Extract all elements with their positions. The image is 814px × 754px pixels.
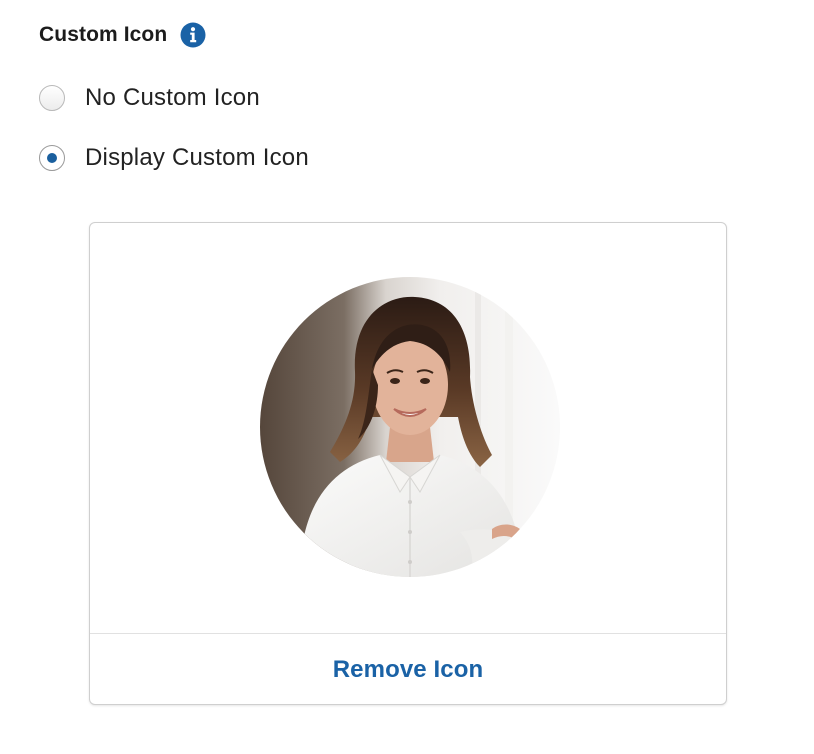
- option-no-custom-icon[interactable]: No Custom Icon: [39, 84, 260, 112]
- section-title: Custom Icon: [39, 23, 168, 46]
- preview-area: [90, 223, 726, 633]
- radio-no-custom-icon[interactable]: [39, 85, 65, 111]
- info-icon[interactable]: [180, 22, 206, 48]
- option-display-custom-icon[interactable]: Display Custom Icon: [39, 144, 309, 172]
- option-label: No Custom Icon: [85, 84, 260, 111]
- radio-display-custom-icon[interactable]: [39, 145, 65, 171]
- avatar-photo: [260, 277, 560, 577]
- custom-icon-header: Custom Icon: [39, 22, 206, 48]
- option-label: Display Custom Icon: [85, 144, 309, 171]
- card-footer: Remove Icon: [90, 634, 726, 704]
- icon-preview-card: Remove Icon: [89, 222, 727, 705]
- remove-icon-link[interactable]: Remove Icon: [333, 656, 483, 684]
